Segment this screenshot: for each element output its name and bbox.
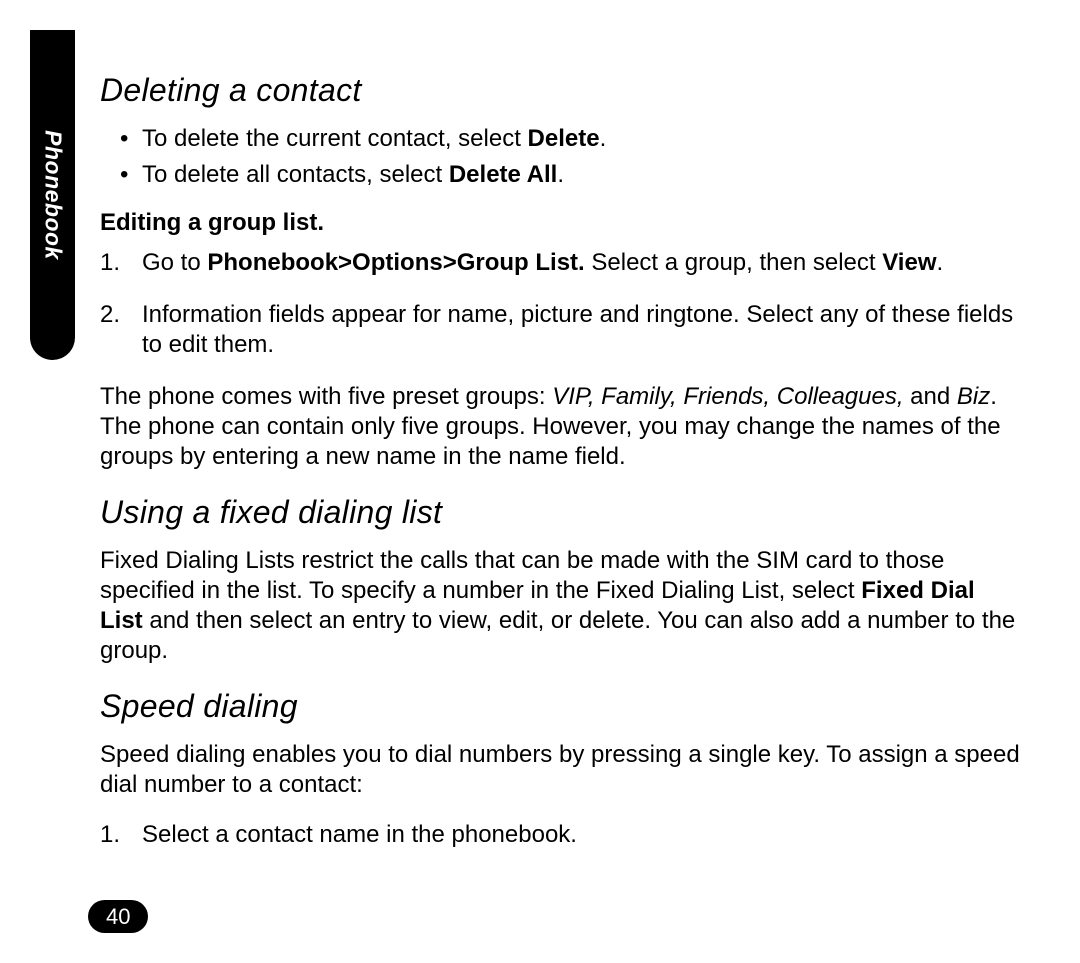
text: To delete the current contact, select (142, 125, 528, 152)
bold-delete-all: Delete All (449, 161, 557, 188)
text: Select a group, then select (585, 249, 883, 276)
text: To delete all contacts, select (142, 161, 449, 188)
delete-bullets: To delete the current contact, select De… (100, 124, 1020, 190)
text: . (600, 125, 607, 152)
heading-fixed-dialing: Using a fixed dialing list (100, 492, 1020, 532)
text: and (904, 383, 957, 410)
text: Go to (142, 249, 207, 276)
fixed-dialing-paragraph: Fixed Dialing Lists restrict the calls t… (100, 546, 1020, 666)
manual-page: Phonebook Deleting a contact To delete t… (0, 0, 1080, 963)
page-number: 40 (88, 900, 148, 934)
bold-path: Phonebook>Options>Group List. (207, 249, 584, 276)
speed-dialing-steps: Select a contact name in the phonebook. (100, 820, 1020, 850)
italic-groups-1: VIP, Family, Friends, Colleagues, (552, 383, 903, 410)
text: . (937, 249, 944, 276)
text: The phone comes with five preset groups: (100, 383, 552, 410)
editing-group-steps: Go to Phonebook>Options>Group List. Sele… (100, 248, 1020, 360)
step-goto-group-list: Go to Phonebook>Options>Group List. Sele… (142, 248, 1020, 278)
bullet-delete-all: To delete all contacts, select Delete Al… (142, 160, 1020, 190)
italic-groups-2: Biz (957, 383, 990, 410)
speed-dialing-intro: Speed dialing enables you to dial number… (100, 740, 1020, 800)
step-info-fields: Information fields appear for name, pict… (142, 300, 1020, 360)
preset-groups-paragraph: The phone comes with five preset groups:… (100, 382, 1020, 472)
heading-deleting-contact: Deleting a contact (100, 70, 1020, 110)
bold-view: View (882, 249, 936, 276)
text: and then select an entry to view, edit, … (100, 607, 1015, 664)
heading-speed-dialing: Speed dialing (100, 686, 1020, 726)
section-tab: Phonebook (30, 30, 75, 360)
text: . (557, 161, 564, 188)
section-tab-label: Phonebook (38, 130, 67, 260)
subheading-editing-group: Editing a group list. (100, 208, 1020, 238)
bullet-delete-current: To delete the current contact, select De… (142, 124, 1020, 154)
bold-delete: Delete (528, 125, 600, 152)
text: Fixed Dialing Lists restrict the calls t… (100, 547, 944, 604)
page-content: Deleting a contact To delete the current… (100, 70, 1020, 850)
step-select-contact: Select a contact name in the phonebook. (142, 820, 1020, 850)
